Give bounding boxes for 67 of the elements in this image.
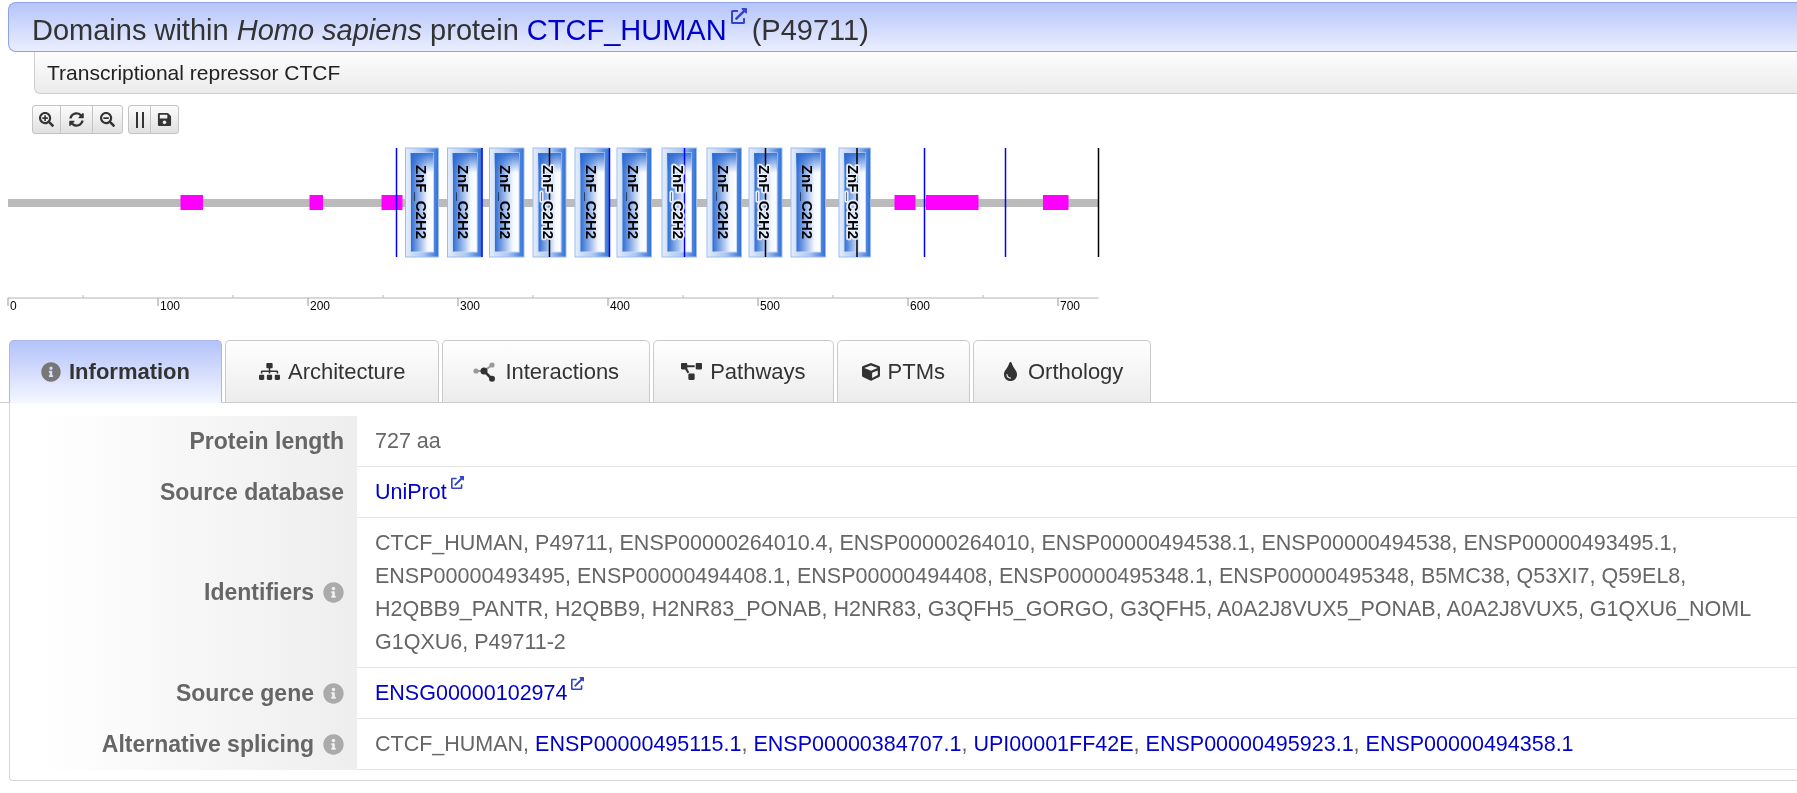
vertical-bars-button[interactable] (128, 105, 151, 134)
external-link-icon (571, 677, 585, 691)
identifiers-list: CTCF_HUMAN, P49711, ENSP00000264010.4, ENSP00000264010, ENSP00000494538.1, ENSP00000494538, ENSP00000493495.1, ENSP00000493495, ENSP00000494408.1, ENSP00000494408, ENSP00000495348.1, ENSP00000495348, B5MC38, Q53XI7, Q59EL8, H2QBB9_PANTR, H2QBB9, H2NR83_PONAB, H2NR83, G3QFH5_GORGO, G3QFH5, A0A2J8VUX5_PONAB, A0A2J8VUX5, G1QXU6_NOML G1QXU6, P49711-2 (375, 531, 1752, 654)
tab[interactable]: Pathways (653, 340, 834, 403)
domain-block[interactable]: ZnF_C2H2 (489, 147, 525, 258)
axis-label: 100 (160, 299, 181, 313)
zoom-in-button[interactable] (32, 105, 61, 134)
isoform-link[interactable]: ENSP00000495115.1 (535, 732, 742, 756)
refresh-icon (69, 112, 84, 127)
zoom-out-button[interactable] (92, 105, 123, 134)
field-label: Identifiers (204, 579, 314, 605)
network-icon (473, 361, 498, 382)
isoform-link[interactable]: ENSP00000495923.1 (1145, 732, 1354, 756)
domain-block[interactable]: ZnF_C2H2 (661, 147, 697, 258)
domain-block[interactable]: ZnF_C2H2 (405, 147, 439, 258)
domain-block[interactable]: ZnF_C2H2 (616, 147, 652, 258)
domain-block[interactable]: ZnF_C2H2 (748, 147, 783, 258)
region-marker (926, 195, 979, 210)
axis-label: 600 (910, 299, 931, 313)
field-label: Alternative splicing (101, 730, 314, 757)
tab[interactable]: Orthology (972, 340, 1152, 403)
zoom-in-icon (39, 112, 54, 127)
region-marker (309, 195, 323, 210)
cube-icon (861, 362, 880, 381)
save-icon (157, 112, 172, 127)
domain-block[interactable]: ZnF_C2H2 (838, 147, 871, 258)
axis-label: 500 (760, 299, 781, 313)
field-value: 727 aa (375, 429, 441, 453)
refresh-button[interactable] (60, 105, 93, 134)
axis-label: 300 (460, 299, 481, 313)
external-link[interactable]: ENSG00000102974 (375, 681, 568, 705)
isoform-link[interactable]: UPI00001FF42E (973, 732, 1134, 756)
page-title: Domains within Homo sapiens protein CTCF_HUMAN (P49711) (32, 7, 869, 47)
external-link-icon (730, 7, 747, 24)
region-marker (894, 195, 916, 210)
axis-label: 200 (310, 299, 331, 313)
external-link-icon (450, 476, 464, 490)
vertical-bars-icon (135, 111, 144, 128)
domain-block[interactable]: ZnF_C2H2 (447, 147, 483, 258)
tab[interactable]: Architecture (225, 340, 440, 403)
protein-name: Transcriptional repressor CTCF (47, 60, 341, 85)
field-label: Source database (159, 478, 344, 505)
flowchart-icon (681, 361, 703, 382)
tab[interactable]: PTMs (836, 340, 970, 403)
region-marker (180, 195, 203, 210)
axis-label: 700 (1060, 299, 1081, 313)
isoform-link[interactable]: ENSP00000494358.1 (1365, 732, 1574, 756)
domain-block[interactable]: ZnF_C2H2 (574, 147, 610, 258)
external-link[interactable]: UniProt (375, 480, 447, 504)
field-label: Protein length (189, 427, 344, 454)
field-label: Source gene (175, 679, 314, 706)
region-marker (381, 195, 403, 210)
tab[interactable]: Interactions (442, 340, 651, 403)
axis-label: 400 (610, 299, 631, 313)
domain-block[interactable]: ZnF_C2H2 (532, 147, 567, 258)
sitemap-icon (259, 361, 280, 382)
domain-block[interactable]: ZnF_C2H2 (790, 147, 826, 258)
domain-block[interactable]: ZnF_C2H2 (706, 147, 742, 258)
tab[interactable]: Information (9, 340, 222, 403)
protein-link[interactable]: CTCF_HUMAN (526, 13, 727, 46)
isoform-link[interactable]: ENSP00000384707.1 (753, 732, 962, 756)
region-marker (1043, 195, 1069, 210)
axis-label: 0 (10, 299, 17, 313)
save-button[interactable] (150, 105, 179, 134)
info-icon (41, 361, 61, 382)
splicing-list: CTCF_HUMAN, ENSP00000495115.1, ENSP00000384707.1, UPI00001FF42E, ENSP00000495923.1, ENSP00000494358.1 (375, 732, 1574, 756)
zoom-out-icon (100, 112, 115, 127)
